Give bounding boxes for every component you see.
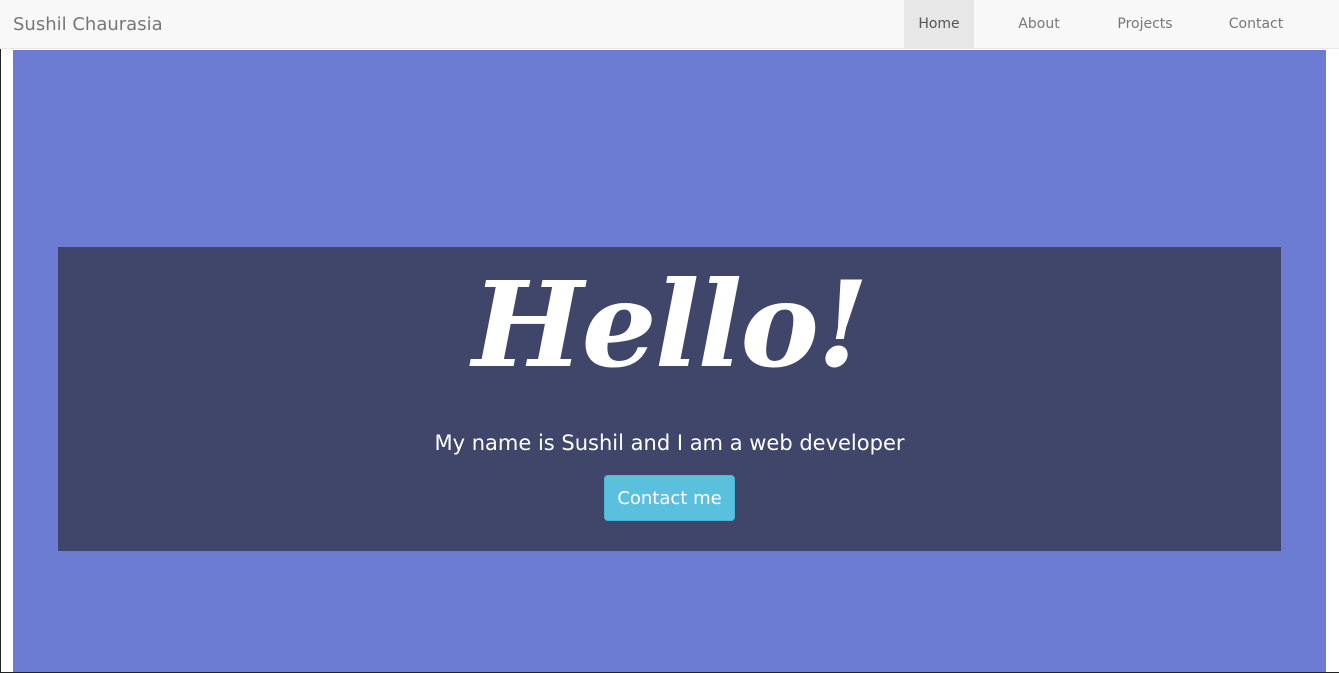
nav-item-about[interactable]: About: [974, 0, 1104, 48]
nav-item-projects[interactable]: Projects: [1104, 0, 1186, 48]
intro-tagline: My name is Sushil and I am a web develop…: [434, 431, 905, 455]
hero-section: Hello! My name is Sushil and I am a web …: [13, 50, 1326, 673]
hello-heading: Hello!: [472, 255, 869, 394]
top-navbar: Sushil Chaurasia Home About Projects Con…: [0, 0, 1339, 49]
window-left-border: [0, 0, 1, 673]
nav-item-contact[interactable]: Contact: [1186, 0, 1326, 48]
nav-item-home[interactable]: Home: [904, 0, 974, 48]
contact-me-button[interactable]: Contact me: [604, 475, 735, 521]
jumbotron: Hello! My name is Sushil and I am a web …: [58, 247, 1281, 551]
brand-link[interactable]: Sushil Chaurasia: [13, 0, 163, 49]
nav-menu: Home About Projects Contact: [904, 0, 1326, 49]
